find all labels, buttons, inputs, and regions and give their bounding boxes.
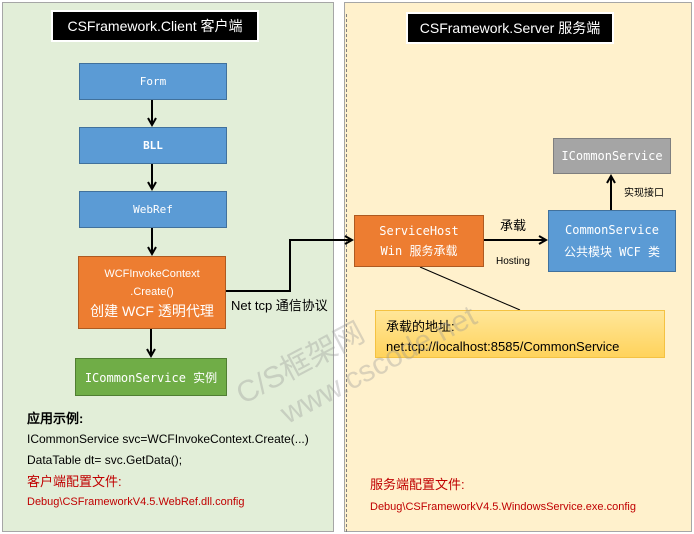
icommon-label: ICommonService: [561, 149, 663, 163]
wcf-line-2: .Create(): [130, 285, 174, 298]
wcf-invoke-context-box: WCFInvokeContext .Create() 创建 WCF 透明代理: [78, 256, 226, 329]
icommonservice-interface-box: ICommonService: [553, 138, 671, 174]
form-label: Form: [139, 75, 167, 88]
address-url: net.tcp://localhost:8585/CommonService: [386, 339, 620, 354]
server-config-heading: 服务端配置文件:: [370, 477, 465, 492]
form-box: Form: [79, 63, 227, 100]
protocol-label: Net tcp 通信协议: [231, 298, 328, 313]
commonservice-box: CommonService 公共模块 WCF 类: [548, 210, 676, 272]
wcf-line-3: 创建 WCF 透明代理: [90, 302, 214, 319]
server-config-path: Debug\CSFrameworkV4.5.WindowsService.exe…: [370, 501, 636, 513]
instance-label: ICommonService 实例: [84, 370, 218, 385]
hosting-label-cn: 承载: [500, 218, 527, 233]
commonservice-line-2: 公共模块 WCF 类: [563, 245, 661, 259]
address-callout: 承载的地址: net.tcp://localhost:8585/CommonSe…: [375, 310, 665, 358]
client-notes: 应用示例: ICommonService svc=WCFInvokeContex…: [27, 408, 309, 513]
address-heading: 承载的地址:: [386, 319, 455, 334]
code-line-1: ICommonService svc=WCFInvokeContext.Crea…: [27, 432, 309, 446]
webref-box: WebRef: [79, 191, 227, 228]
servicehost-line-1: ServiceHost: [379, 224, 459, 238]
client-config-path: Debug\CSFrameworkV4.5.WebRef.dll.config: [27, 496, 245, 508]
servicehost-line-2: Win 服务承载: [380, 244, 458, 258]
bll-label: BLL: [143, 139, 163, 152]
callout-pointer-line: [419, 266, 521, 311]
server-notes: 服务端配置文件: Debug\CSFrameworkV4.5.WindowsSe…: [370, 474, 636, 518]
implements-label: 实现接口: [624, 188, 664, 199]
bll-box: BLL: [79, 127, 227, 164]
client-config-heading: 客户端配置文件:: [27, 474, 122, 489]
icommonservice-instance-box: ICommonService 实例: [75, 358, 227, 396]
usage-heading: 应用示例:: [27, 411, 84, 426]
webref-label: WebRef: [133, 203, 173, 216]
arrow-wcf-to-servicehost: [226, 240, 352, 292]
wcf-line-1: WCFInvokeContext: [104, 267, 200, 280]
servicehost-box: ServiceHost Win 服务承载: [354, 215, 484, 267]
commonservice-line-1: CommonService: [565, 223, 659, 237]
code-line-2: DataTable dt= svc.GetData();: [27, 453, 183, 467]
hosting-label-en: Hosting: [496, 256, 530, 267]
